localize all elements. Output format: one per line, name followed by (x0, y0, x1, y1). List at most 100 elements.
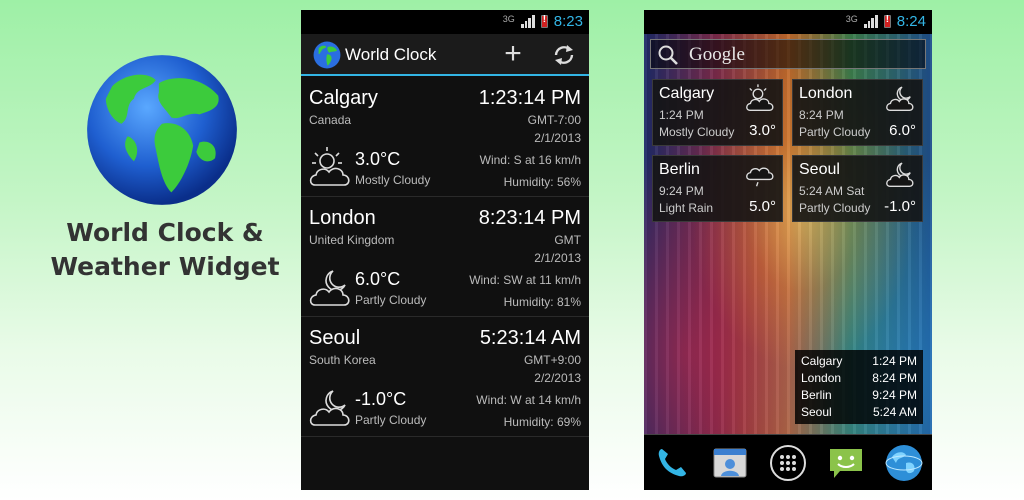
status-time: 8:23 (553, 13, 583, 30)
promo-title-line1: World Clock & (66, 218, 264, 247)
app-screenshot: 3G 8:23 World Clock + Calgary Canada 1:2… (301, 10, 589, 490)
city-date: 2/2/2013 (534, 371, 581, 385)
city-name: Calgary (309, 87, 378, 109)
messaging-icon[interactable] (826, 443, 866, 483)
city-date: 2/1/2013 (534, 251, 581, 265)
widget-time: 1:24 PM (659, 108, 704, 122)
city-temperature: 3.0°C (355, 149, 401, 169)
network-type: 3G (845, 13, 858, 24)
google-search-bar[interactable]: Google (650, 39, 926, 69)
partly-cloudy-night-icon (309, 390, 350, 426)
list-item[interactable]: London United Kingdom 8:23:14 PM GMT 2/1… (301, 197, 589, 317)
homescreen-screenshot: 3G 8:24 Google Calgary 1:24 PM Mostly Cl… (644, 10, 932, 490)
signal-icon (520, 15, 535, 28)
plus-icon[interactable]: + (499, 39, 527, 69)
clock-list-widget[interactable]: Calgary 1:24 PM London 8:24 PM Berlin 9:… (795, 350, 923, 424)
widget-temperature: 3.0° (749, 122, 776, 139)
weather-widget-seoul[interactable]: Seoul 5:24 AM Sat Partly Cloudy -1.0° (792, 155, 923, 222)
status-time: 8:24 (896, 13, 926, 30)
city-gmt-offset: GMT-7:00 (527, 113, 581, 127)
battery-icon (883, 14, 891, 28)
city-date: 2/1/2013 (534, 131, 581, 145)
widget-condition: Mostly Cloudy (659, 125, 735, 139)
city-humidity: Humidity: 81% (503, 295, 581, 309)
clock-list-time: 5:24 AM (872, 405, 917, 419)
signal-icon (863, 15, 878, 28)
city-country: South Korea (309, 353, 376, 367)
contacts-icon[interactable] (710, 443, 750, 483)
list-item: London 8:24 PM (801, 370, 917, 387)
city-wind: Wind: SW at 11 km/h (469, 273, 581, 287)
city-humidity: Humidity: 56% (503, 175, 581, 189)
dock (644, 434, 932, 490)
weather-widget-calgary[interactable]: Calgary 1:24 PM Mostly Cloudy 3.0° (652, 79, 783, 146)
widget-temperature: 5.0° (749, 198, 776, 215)
light-rain-icon (746, 167, 774, 187)
status-bar: 3G 8:23 (301, 10, 589, 34)
action-bar: World Clock + (301, 34, 589, 76)
partly-cloudy-night-icon (886, 86, 914, 111)
clock-list-city: Seoul (801, 405, 832, 419)
partly-cloudy-night-icon (309, 270, 350, 306)
city-gmt-offset: GMT+9:00 (523, 353, 581, 367)
widget-time: 5:24 AM Sat (799, 184, 865, 198)
app-drawer-icon[interactable] (768, 443, 808, 483)
app-globe-icon[interactable] (313, 41, 341, 69)
city-wind: Wind: W at 14 km/h (476, 393, 581, 407)
world-clock-icon[interactable] (884, 443, 924, 483)
widget-time: 8:24 PM (799, 108, 844, 122)
city-gmt-offset: GMT (554, 233, 581, 247)
city-list: Calgary Canada 1:23:14 PM GMT-7:00 2/1/2… (301, 77, 589, 437)
globe-icon (87, 55, 237, 205)
city-condition: Mostly Cloudy (355, 173, 431, 187)
mostly-cloudy-icon (746, 84, 774, 111)
city-condition: Partly Cloudy (355, 413, 427, 427)
phone-icon[interactable] (652, 443, 692, 483)
list-item[interactable]: Calgary Canada 1:23:14 PM GMT-7:00 2/1/2… (301, 77, 589, 197)
promo-title: World Clock & Weather Widget (40, 216, 290, 284)
city-name: Seoul (309, 327, 361, 349)
city-time: 8:23:14 PM (478, 207, 581, 229)
clock-list-time: 8:24 PM (872, 371, 917, 385)
widget-temperature: 6.0° (889, 122, 916, 139)
list-item: Berlin 9:24 PM (801, 387, 917, 404)
status-bar: 3G 8:24 (644, 10, 932, 34)
city-name: London (309, 207, 376, 229)
clock-list-time: 1:24 PM (872, 354, 917, 368)
weather-widget-berlin[interactable]: Berlin 9:24 PM Light Rain 5.0° (652, 155, 783, 222)
promo-title-line2: Weather Widget (50, 252, 280, 281)
clock-list-city: Calgary (801, 354, 843, 368)
clock-list-time: 9:24 PM (872, 388, 917, 402)
weather-widget-london[interactable]: London 8:24 PM Partly Cloudy 6.0° (792, 79, 923, 146)
widget-condition: Partly Cloudy (799, 125, 871, 139)
city-time: 5:23:14 AM (479, 327, 581, 349)
widget-city: Seoul (799, 161, 840, 178)
search-label: Google (689, 44, 745, 65)
network-type: 3G (502, 13, 515, 24)
search-icon (658, 45, 678, 65)
refresh-icon[interactable] (551, 42, 577, 68)
city-country: United Kingdom (309, 233, 395, 247)
mostly-cloudy-icon (309, 147, 350, 186)
app-title: World Clock (345, 45, 437, 64)
widget-time: 9:24 PM (659, 184, 704, 198)
city-wind: Wind: S at 16 km/h (479, 153, 581, 167)
widget-temperature: -1.0° (884, 198, 916, 215)
widget-city: Calgary (659, 85, 715, 102)
widget-condition: Partly Cloudy (799, 201, 871, 215)
widget-city: Berlin (659, 161, 700, 178)
city-temperature: 6.0°C (355, 269, 401, 289)
city-humidity: Humidity: 69% (503, 415, 581, 429)
list-item: Calgary 1:24 PM (801, 353, 917, 370)
list-item[interactable]: Seoul South Korea 5:23:14 AM GMT+9:00 2/… (301, 317, 589, 437)
city-condition: Partly Cloudy (355, 293, 427, 307)
widget-city: London (799, 85, 853, 102)
widget-condition: Light Rain (659, 201, 714, 215)
clock-list-city: Berlin (801, 388, 832, 402)
battery-icon (540, 14, 548, 28)
clock-list-city: London (801, 371, 842, 385)
list-item: Seoul 5:24 AM (801, 404, 917, 421)
partly-cloudy-night-icon (886, 162, 914, 187)
city-time: 1:23:14 PM (478, 87, 581, 109)
city-temperature: -1.0°C (355, 389, 407, 409)
